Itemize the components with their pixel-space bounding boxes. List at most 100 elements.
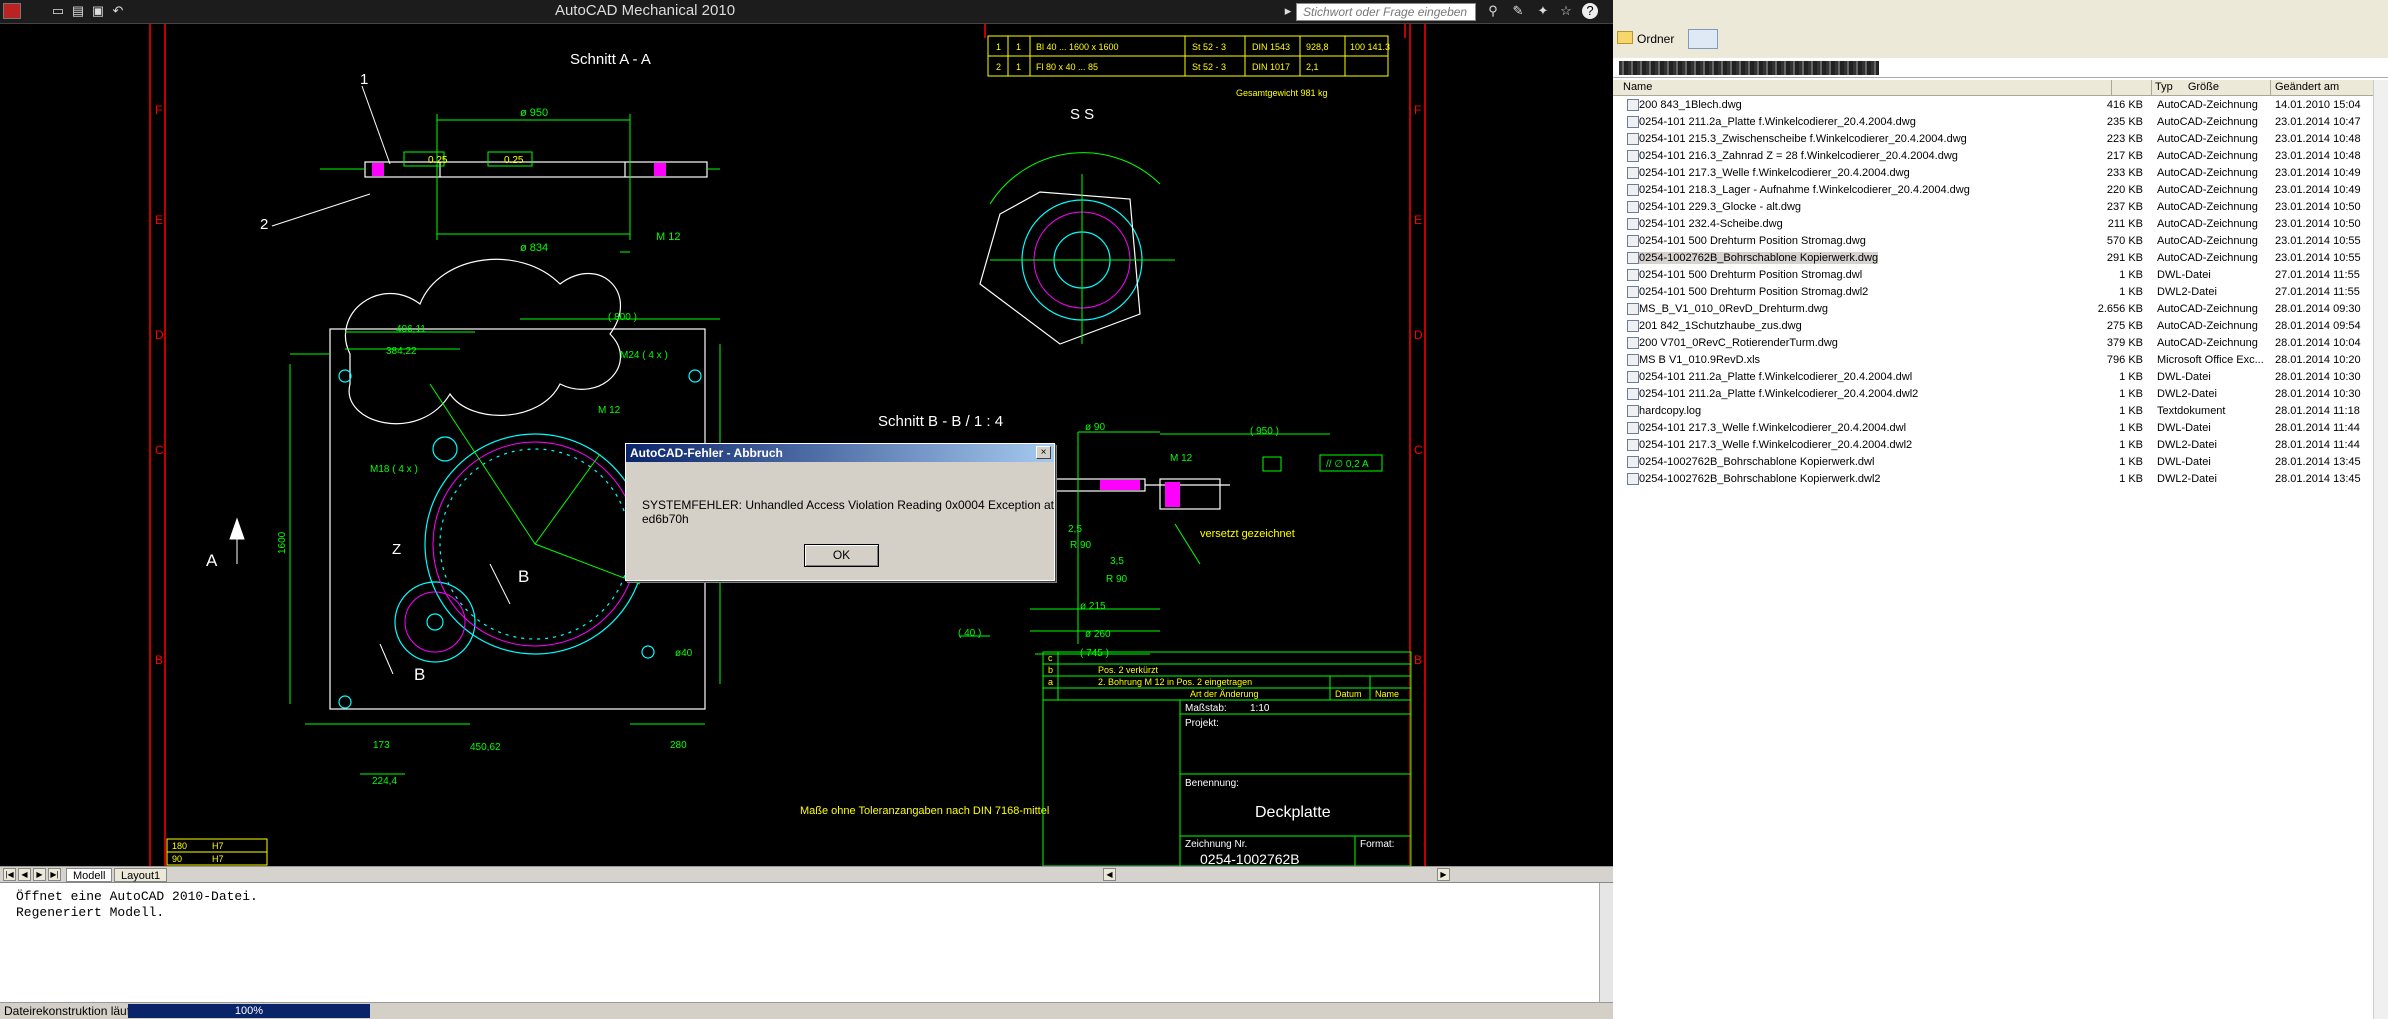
communication-icon[interactable]: ✦ [1535,3,1551,19]
file-row[interactable]: MS_B_V1_010_0RevD_Drehturm.dwg 2.656 KB … [1613,301,2388,318]
star-icon[interactable]: ☆ [1558,3,1574,19]
dim-800: ( 800 ) [608,312,637,323]
dim-406: 406,11 [396,324,426,335]
file-row[interactable]: 201 842_1Schutzhaube_zus.dwg 275 KB Auto… [1613,318,2388,335]
file-size: 233 KB [2106,167,2143,179]
file-date: 28.01.2014 11:44 [2275,422,2360,434]
col-type[interactable]: Typ [2155,81,2173,93]
file-date: 28.01.2014 11:44 [2275,439,2360,451]
file-row[interactable]: hardcopy.log 1 KB Textdokument 28.01.201… [1613,403,2388,420]
file-name: 0254-101 216.3_Zahnrad Z = 28 f.Winkelco… [1639,150,1958,162]
search-arrow-icon[interactable]: ▸ [1280,3,1296,19]
explorer-scrollbar[interactable] [2373,80,2388,1019]
file-size: 291 KB [2106,252,2143,264]
view-b2-label: B [414,665,425,684]
help-icon[interactable]: ? [1582,3,1598,19]
file-row[interactable]: 0254-101 216.3_Zahnrad Z = 28 f.Winkelco… [1613,148,2388,165]
file-icon [1627,218,1639,230]
ok-button[interactable]: OK [804,544,879,567]
file-row[interactable]: MS B V1_010.9RevD.xls 796 KB Microsoft O… [1613,352,2388,369]
parts-row-1-mat: St 52 - 3 [1192,42,1226,52]
file-date: 28.01.2014 13:45 [2275,456,2361,468]
file-type: Microsoft Office Exc... [2157,354,2264,366]
format-label: Format: [1360,839,1394,850]
file-date: 28.01.2014 10:04 [2275,337,2361,349]
file-row[interactable]: 0254-101 211.2a_Platte f.Winkelcodierer_… [1613,114,2388,131]
next-tab-icon[interactable]: ▶ [33,868,46,881]
file-type: DWL-Datei [2157,456,2211,468]
col-changed[interactable]: Geändert am [2275,81,2339,93]
file-type: AutoCAD-Zeichnung [2157,252,2258,264]
prev-tab-icon[interactable]: ◀ [18,868,31,881]
file-row[interactable]: 0254-1002762B_Bohrschablone Kopierwerk.d… [1613,454,2388,471]
binoculars-icon[interactable]: ⚲ [1485,3,1501,19]
file-row[interactable]: 0254-101 229.3_Glocke - alt.dwg 237 KB A… [1613,199,2388,216]
total-weight: Gesamtgewicht 981 kg [1236,88,1328,98]
dim-3-5: 3,5 [1110,556,1124,567]
section-bb-label: Schnitt B - B / 1 : 4 [878,413,1003,430]
file-row[interactable]: 0254-101 500 Drehturm Position Stromag.d… [1613,233,2388,250]
file-row[interactable]: 0254-101 217.3_Welle f.Winkelcodierer_20… [1613,165,2388,182]
file-row[interactable]: 0254-1002762B_Bohrschablone Kopierwerk.d… [1613,471,2388,488]
tab-model[interactable]: Modell [66,868,113,882]
file-name: hardcopy.log [1639,405,1702,417]
file-row[interactable]: 0254-1002762B_Bohrschablone Kopierwerk.d… [1613,250,2388,267]
file-icon [1627,354,1639,366]
explorer-toolbar: Ordner [1613,0,2388,58]
file-icon [1627,303,1639,315]
file-name: 0254-101 500 Drehturm Position Stromag.d… [1639,235,1866,247]
file-list: 200 843_1Blech.dwg 416 KB AutoCAD-Zeichn… [1613,97,2388,488]
file-row[interactable]: 0254-101 211.2a_Platte f.Winkelcodierer_… [1613,369,2388,386]
file-icon [1627,371,1639,383]
command-line[interactable]: Öffnet eine AutoCAD 2010-Datei. Regeneri… [0,882,1613,1003]
file-date: 23.01.2014 10:49 [2275,184,2361,196]
address-bar[interactable] [1613,58,2388,78]
file-name: 0254-101 211.2a_Platte f.Winkelcodierer_… [1639,388,1919,400]
file-row[interactable]: 0254-101 500 Drehturm Position Stromag.d… [1613,267,2388,284]
view-b-label: B [518,567,529,586]
file-row[interactable]: 0254-101 215.3_Zwischenscheibe f.Winkelc… [1613,131,2388,148]
file-row[interactable]: 200 V701_0RevC_RotierenderTurm.dwg 379 K… [1613,335,2388,352]
scroll-right-icon[interactable]: ▶ [1437,868,1450,881]
file-row[interactable]: 0254-101 500 Drehturm Position Stromag.d… [1613,284,2388,301]
file-type: AutoCAD-Zeichnung [2157,235,2258,247]
file-size: 1 KB [2119,371,2143,383]
tab-layout1[interactable]: Layout1 [114,868,168,882]
file-icon [1627,116,1639,128]
file-row[interactable]: 0254-101 217.3_Welle f.Winkelcodierer_20… [1613,420,2388,437]
project-label: Projekt: [1185,718,1219,729]
file-name: 0254-101 500 Drehturm Position Stromag.d… [1639,269,1863,281]
command-line-2: Regeneriert Modell. [16,905,165,920]
file-type: DWL-Datei [2157,371,2211,383]
svg-text:D: D [155,328,164,342]
folders-button[interactable]: Ordner [1615,28,1680,50]
dialog-close-button[interactable]: × [1036,446,1051,459]
view-menu-icon[interactable] [1688,29,1718,49]
file-size: 235 KB [2106,116,2143,128]
fit-1-size: 180 [172,841,187,851]
help-search-input[interactable]: Stichwort oder Frage eingeben [1296,3,1476,21]
rev-b-text: Pos. 2 verkürzt [1098,665,1159,675]
file-icon [1627,133,1639,145]
file-name: 0254-101 211.2a_Platte f.Winkelcodierer_… [1639,116,1916,128]
file-size: 1 KB [2119,439,2143,451]
file-row[interactable]: 0254-101 217.3_Welle f.Winkelcodierer_20… [1613,437,2388,454]
file-type: AutoCAD-Zeichnung [2157,167,2258,179]
file-row[interactable]: 0254-101 232.4-Scheibe.dwg 211 KB AutoCA… [1613,216,2388,233]
col-name[interactable]: Name [1623,81,1652,93]
file-date: 28.01.2014 10:30 [2275,371,2361,383]
svg-text:B: B [155,653,163,667]
scroll-left-icon[interactable]: ◀ [1103,868,1116,881]
file-icon [1627,286,1639,298]
file-row[interactable]: 0254-101 211.2a_Platte f.Winkelcodierer_… [1613,386,2388,403]
file-size: 416 KB [2106,99,2143,111]
last-tab-icon[interactable]: ▶| [48,868,61,881]
file-row[interactable]: 0254-101 218.3_Lager - Aufnahme f.Winkel… [1613,182,2388,199]
file-icon [1627,235,1639,247]
file-row[interactable]: 200 843_1Blech.dwg 416 KB AutoCAD-Zeichn… [1613,97,2388,114]
command-scrollbar[interactable] [1599,883,1613,1003]
file-date: 28.01.2014 09:30 [2275,303,2361,315]
file-size: 570 KB [2106,235,2143,247]
first-tab-icon[interactable]: |◀ [3,868,16,881]
tools-icon[interactable]: ✎ [1510,3,1526,19]
